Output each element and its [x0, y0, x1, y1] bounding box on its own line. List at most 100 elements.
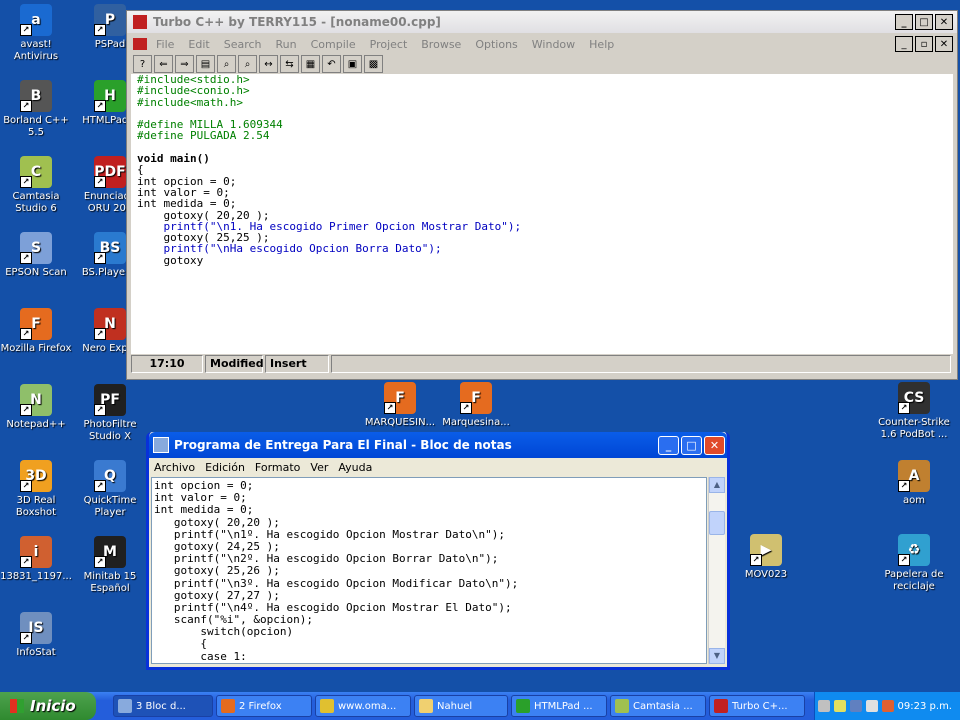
code-editor[interactable]: #include<stdio.h> #include<conio.h> #inclu…	[131, 74, 953, 354]
find-next-icon[interactable]: ⌕	[238, 55, 257, 73]
undo-icon[interactable]: ↶	[322, 55, 341, 73]
desktop-shortcut-label: Camtasia Studio 6	[12, 191, 60, 214]
desktop-shortcut[interactable]: IS ↗ InfoStat	[0, 612, 74, 659]
menu-search[interactable]: Search	[217, 38, 269, 51]
menu-ayuda[interactable]: Ayuda	[333, 461, 377, 474]
menu-project[interactable]: Project	[363, 38, 415, 51]
desktop-shortcut[interactable]: F ↗ MARQUESIN...	[362, 382, 438, 429]
menu-file[interactable]: File	[149, 38, 181, 51]
volume-icon[interactable]	[865, 700, 878, 712]
taskbar-button[interactable]: Nahuel	[414, 695, 508, 717]
turbo-title-bar[interactable]: Turbo C++ by TERRY115 - [noname00.cpp] _…	[127, 11, 957, 33]
clock[interactable]: 09:23 p.m.	[898, 701, 952, 712]
copy-icon[interactable]: ⇆	[280, 55, 299, 73]
firefox-html-icon: F ↗	[460, 382, 492, 414]
doc-close-button[interactable]: ✕	[935, 36, 953, 52]
taskbar-button[interactable]: Camtasia ...	[610, 695, 706, 717]
vertical-scrollbar[interactable]: ▲ ▼	[708, 477, 725, 664]
desktop-shortcut[interactable]: 3D ↗ 3D Real Boxshot	[0, 460, 74, 519]
desktop-shortcut[interactable]: i ↗ 13831_1197...	[0, 536, 74, 583]
borland-icon: B ↗	[20, 80, 52, 112]
scroll-up-icon[interactable]: ▲	[709, 477, 725, 493]
maximize-button[interactable]: □	[915, 14, 933, 30]
save-icon[interactable]: ⇒	[175, 55, 194, 73]
taskbar-button[interactable]: 3 Bloc d...	[113, 695, 213, 717]
notepad-title: Programa de Entrega Para El Final - Bloc…	[174, 438, 512, 452]
taskbar-button-label: www.oma...	[338, 700, 397, 712]
turbo-cpp-window[interactable]: Turbo C++ by TERRY115 - [noname00.cpp] _…	[126, 10, 958, 380]
network-icon[interactable]	[817, 700, 830, 712]
menu-run[interactable]: Run	[269, 38, 304, 51]
text-line: gotoxy( 25,26 );	[154, 564, 280, 578]
desktop-shortcut[interactable]: PF ↗ PhotoFiltre Studio X	[72, 384, 148, 443]
desktop-shortcut[interactable]: A ↗ aom	[876, 460, 952, 507]
antivirus-tray-icon[interactable]	[881, 700, 894, 712]
start-button[interactable]: Inicio	[0, 692, 96, 720]
desktop-shortcut[interactable]: CS ↗ Counter-Strike 1.6 PodBot ...	[876, 382, 952, 441]
close-button[interactable]: ✕	[935, 14, 953, 30]
desktop-shortcut-label: MOV023	[744, 569, 788, 580]
shortcut-arrow-icon: ↗	[460, 402, 472, 414]
desktop-shortcut[interactable]: M ↗ Minitab 15 Español	[72, 536, 148, 595]
shortcut-arrow-icon: ↗	[20, 632, 32, 644]
menu-ver[interactable]: Ver	[305, 461, 333, 474]
doc-restore-button[interactable]: ▫	[915, 36, 933, 52]
taskbar-button[interactable]: HTMLPad ...	[511, 695, 607, 717]
start-label: Inicio	[30, 697, 76, 715]
doc-minimize-button[interactable]: _	[895, 36, 913, 52]
notepad-window[interactable]: Programa de Entrega Para El Final - Bloc…	[146, 432, 730, 670]
print-icon[interactable]: ▤	[196, 55, 215, 73]
desktop-shortcut-label: MARQUESIN...	[364, 417, 436, 428]
tray-star-icon[interactable]	[849, 700, 862, 712]
notepad-close-button[interactable]: ✕	[704, 435, 725, 455]
scroll-down-icon[interactable]: ▼	[709, 648, 725, 664]
taskbar-button-label: 3 Bloc d...	[136, 700, 186, 712]
find-icon[interactable]: ⌕	[217, 55, 236, 73]
open-icon[interactable]: ⇐	[154, 55, 173, 73]
menu-archivo[interactable]: Archivo	[149, 461, 200, 474]
menu-window[interactable]: Window	[525, 38, 582, 51]
turbo-app-icon	[133, 15, 147, 29]
scroll-thumb[interactable]	[709, 511, 725, 535]
menu-edicion[interactable]: Edición	[200, 461, 250, 474]
menu-compile[interactable]: Compile	[304, 38, 363, 51]
shortcut-arrow-icon: ↗	[20, 480, 32, 492]
desktop-shortcut[interactable]: B ↗ Borland C++ 5.5	[0, 80, 74, 139]
notepad-maximize-button[interactable]: □	[681, 435, 702, 455]
desktop-shortcut[interactable]: Q ↗ QuickTime Player	[72, 460, 148, 519]
folder-icon	[419, 699, 433, 713]
desktop-shortcut[interactable]: S ↗ EPSON Scan	[0, 232, 74, 279]
minimize-button[interactable]: _	[895, 14, 913, 30]
menu-formato[interactable]: Formato	[250, 461, 306, 474]
menu-help[interactable]: Help	[582, 38, 621, 51]
desktop-shortcut[interactable]: a ↗ avast! Antivirus	[0, 4, 74, 63]
desktop-shortcut[interactable]: F ↗ Marquesina...	[438, 382, 514, 429]
shortcut-arrow-icon: ↗	[20, 404, 32, 416]
desktop-shortcut[interactable]: N ↗ Notepad++	[0, 384, 74, 431]
shortcut-arrow-icon: ↗	[94, 556, 106, 568]
notepad-title-bar[interactable]: Programa de Entrega Para El Final - Bloc…	[149, 432, 727, 458]
code-line: gotoxy	[137, 253, 204, 267]
desktop-shortcut[interactable]: ▶ ↗ MOV023	[728, 534, 804, 581]
desktop-shortcut[interactable]: ♻ ↗ Papelera de reciclaje	[876, 534, 952, 593]
menu-browse[interactable]: Browse	[414, 38, 468, 51]
step-icon[interactable]: ▣	[343, 55, 362, 73]
paste-icon[interactable]: ▦	[301, 55, 320, 73]
notepad-minimize-button[interactable]: _	[658, 435, 679, 455]
menu-edit[interactable]: Edit	[181, 38, 216, 51]
menu-options[interactable]: Options	[468, 38, 524, 51]
desktop-shortcut[interactable]: C ↗ Camtasia Studio 6	[0, 156, 74, 215]
desktop-shortcut[interactable]: F ↗ Mozilla Firefox	[0, 308, 74, 355]
notepad-text-area[interactable]: int opcion = 0; int valor = 0; int medida …	[151, 477, 707, 664]
shortcut-arrow-icon: ↗	[20, 328, 32, 340]
tray-app-icon[interactable]	[833, 700, 846, 712]
help-icon[interactable]: ?	[133, 55, 152, 73]
trace-icon[interactable]: ▩	[364, 55, 383, 73]
turbo-title: Turbo C++ by TERRY115 - [noname00.cpp]	[153, 15, 441, 29]
code-line: #define PULGADA 2.54	[137, 129, 270, 143]
taskbar-button[interactable]: www.oma...	[315, 695, 411, 717]
cut-icon[interactable]: ↔	[259, 55, 278, 73]
taskbar-button[interactable]: Turbo C+...	[709, 695, 805, 717]
counterstrike-icon: CS ↗	[898, 382, 930, 414]
taskbar-button[interactable]: 2 Firefox	[216, 695, 312, 717]
